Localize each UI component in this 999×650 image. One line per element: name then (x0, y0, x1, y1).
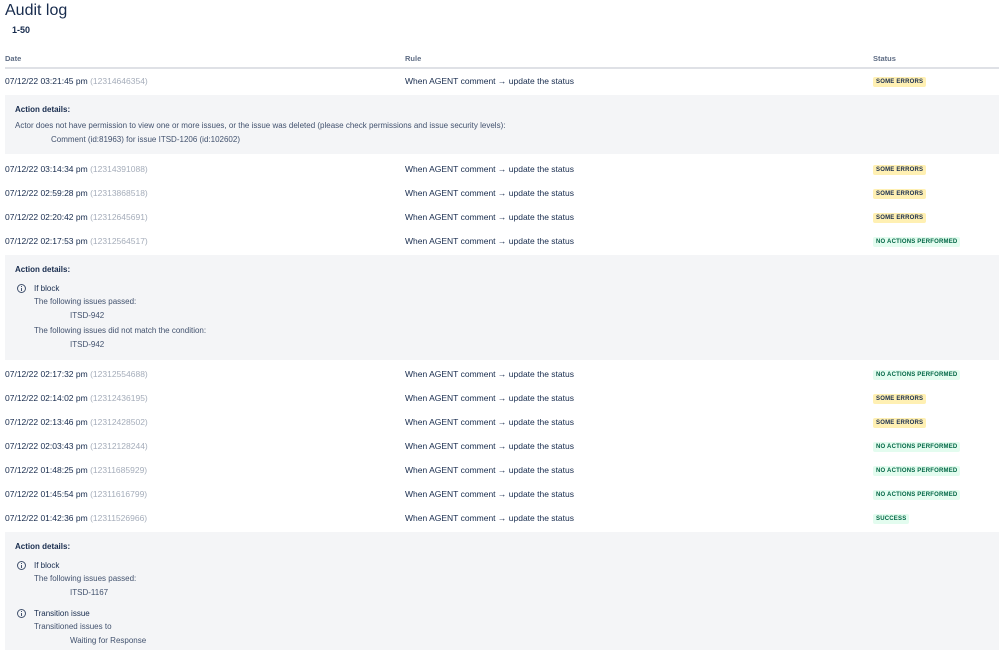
row-id: (12311526966) (90, 513, 148, 523)
action-details-label: Action details: (15, 105, 71, 114)
row-date: 07/12/22 01:42:36 pm (5, 513, 88, 523)
transition-title: Transition issue (34, 609, 90, 618)
page-title: Audit log (5, 2, 68, 19)
info-icon (17, 561, 26, 570)
status-badge: NO ACTIONS PERFORMED (873, 442, 961, 452)
row-rule[interactable]: When AGENT comment → update the status (405, 465, 574, 475)
table-row[interactable]: 07/12/22 02:17:53 pm (12312564517) When … (5, 229, 999, 253)
row-rule[interactable]: When AGENT comment → update the status (405, 489, 574, 499)
row-id: (12311685929) (90, 465, 148, 475)
passed-issue: ITSD-942 (70, 311, 105, 320)
table-row[interactable]: 07/12/22 02:17:32 pm (12312554688) When … (5, 362, 999, 386)
table-row[interactable]: 07/12/22 01:48:25 pm (12311685929) When … (5, 458, 999, 482)
action-details-panel: Action details: Actor does not have perm… (5, 95, 999, 154)
status-badge: NO ACTIONS PERFORMED (873, 490, 961, 500)
row-rule[interactable]: When AGENT comment → update the status (405, 513, 574, 523)
table-row[interactable]: 07/12/22 03:14:34 pm (12314391088) When … (5, 157, 999, 181)
pagination-range: 1-50 (12, 25, 31, 35)
error-detail: Comment (id:81963) for issue ITSD-1206 (… (51, 135, 240, 144)
row-rule[interactable]: When AGENT comment → update the status (405, 188, 574, 198)
row-id: (12312645691) (90, 212, 148, 222)
status-badge: NO ACTIONS PERFORMED (873, 370, 961, 380)
row-date: 07/12/22 01:45:54 pm (5, 489, 88, 499)
passed-issue: ITSD-1167 (70, 588, 109, 597)
status-badge: NO ACTIONS PERFORMED (873, 237, 961, 247)
row-rule[interactable]: When AGENT comment → update the status (405, 393, 574, 403)
if-block-title: If block (34, 561, 60, 570)
row-date: 07/12/22 03:21:45 pm (5, 76, 88, 86)
row-rule[interactable]: When AGENT comment → update the status (405, 417, 574, 427)
status-badge: SOME ERRORS (873, 213, 927, 223)
row-date: 07/12/22 03:14:34 pm (5, 164, 88, 174)
row-rule[interactable]: When AGENT comment → update the status (405, 441, 574, 451)
passed-label: The following issues passed: (34, 574, 137, 583)
action-details-panel: Action details: If block The following i… (5, 532, 999, 650)
row-date: 07/12/22 02:20:42 pm (5, 212, 88, 222)
action-details-panel: Action details: If block The following i… (5, 255, 999, 360)
table-row[interactable]: 07/12/22 01:45:54 pm (12311616799) When … (5, 482, 999, 506)
transition-value: Waiting for Response (70, 636, 147, 645)
row-rule[interactable]: When AGENT comment → update the status (405, 76, 574, 86)
table-row[interactable]: 07/12/22 01:42:36 pm (12311526966) When … (5, 506, 999, 530)
row-date: 07/12/22 02:17:53 pm (5, 236, 88, 246)
row-rule[interactable]: When AGENT comment → update the status (405, 164, 574, 174)
row-date: 07/12/22 02:03:43 pm (5, 441, 88, 451)
status-badge: NO ACTIONS PERFORMED (873, 466, 961, 476)
column-header-date[interactable]: Date (5, 54, 21, 63)
status-badge: SUCCESS (873, 514, 910, 524)
row-date: 07/12/22 02:17:32 pm (5, 369, 88, 379)
passed-label: The following issues passed: (34, 297, 137, 306)
table-row[interactable]: 07/12/22 02:59:28 pm (12313868518) When … (5, 181, 999, 205)
row-id: (12312128244) (90, 441, 148, 451)
row-date: 07/12/22 02:59:28 pm (5, 188, 88, 198)
table-row[interactable]: 07/12/22 02:13:46 pm (12312428502) When … (5, 410, 999, 434)
row-id: (12312554688) (90, 369, 148, 379)
row-date: 07/12/22 02:13:46 pm (5, 417, 88, 427)
row-id: (12314391088) (90, 164, 148, 174)
row-id: (12313868518) (90, 188, 148, 198)
status-badge: SOME ERRORS (873, 189, 927, 199)
status-badge: SOME ERRORS (873, 394, 927, 404)
row-id: (12314646354) (90, 76, 148, 86)
table-row[interactable]: 07/12/22 02:14:02 pm (12312436195) When … (5, 386, 999, 410)
status-badge: SOME ERRORS (873, 77, 927, 87)
nomatch-issue: ITSD-942 (70, 340, 105, 349)
row-rule[interactable]: When AGENT comment → update the status (405, 369, 574, 379)
table-row[interactable]: 07/12/22 02:03:43 pm (12312128244) When … (5, 434, 999, 458)
action-details-label: Action details: (15, 265, 71, 274)
if-block-title: If block (34, 284, 60, 293)
action-details-label: Action details: (15, 542, 71, 551)
table-row[interactable]: 07/12/22 03:21:45 pm (12314646354) When … (5, 69, 999, 93)
error-message: Actor does not have permission to view o… (15, 121, 506, 130)
info-icon (17, 609, 26, 618)
column-header-status[interactable]: Status (873, 54, 896, 63)
row-id: (12311616799) (90, 489, 148, 499)
nomatch-label: The following issues did not match the c… (34, 326, 207, 335)
row-id: (12312564517) (90, 236, 148, 246)
column-header-rule[interactable]: Rule (405, 54, 421, 63)
transition-label: Transitioned issues to (34, 622, 112, 631)
row-date: 07/12/22 02:14:02 pm (5, 393, 88, 403)
row-rule[interactable]: When AGENT comment → update the status (405, 212, 574, 222)
info-icon (17, 284, 26, 293)
status-badge: SOME ERRORS (873, 418, 927, 428)
table-row[interactable]: 07/12/22 02:20:42 pm (12312645691) When … (5, 205, 999, 229)
row-rule[interactable]: When AGENT comment → update the status (405, 236, 574, 246)
row-date: 07/12/22 01:48:25 pm (5, 465, 88, 475)
row-id: (12312436195) (90, 393, 148, 403)
status-badge: SOME ERRORS (873, 165, 927, 175)
row-id: (12312428502) (90, 417, 148, 427)
